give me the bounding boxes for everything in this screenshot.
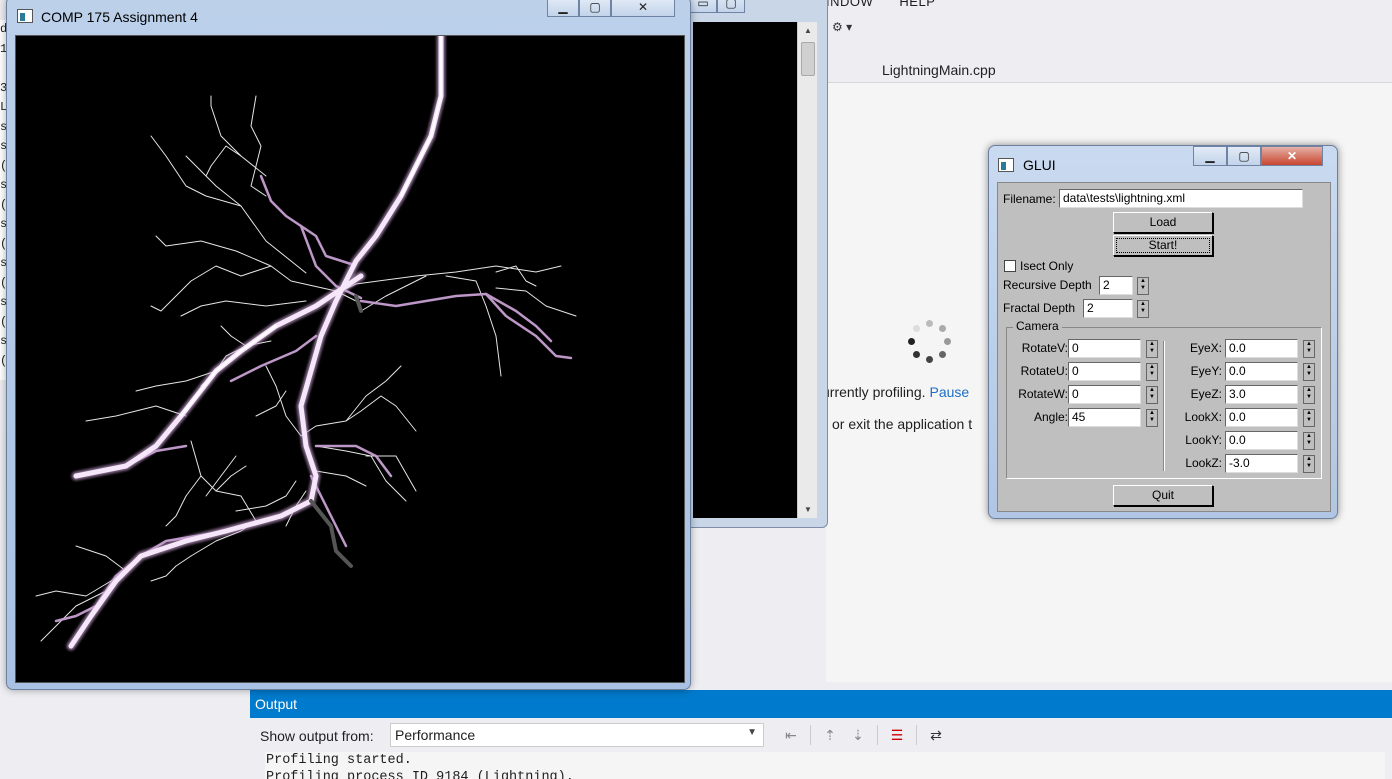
eyey-input[interactable]: 0.0 [1225, 362, 1298, 381]
editor-tab[interactable]: LightningMain.cpp [870, 56, 1008, 82]
console-scrollbar[interactable]: ▲ ▼ [797, 22, 817, 518]
camera-separator [1163, 341, 1165, 471]
output-panel: Output Show output from: Performance ▼ ⇤… [250, 690, 1392, 779]
eyez-label: EyeZ: [1190, 387, 1222, 401]
toggle-word-wrap-icon[interactable]: ⇄ [925, 724, 947, 746]
clear-all-icon[interactable]: ☰ [886, 724, 908, 746]
goto-previous-icon[interactable]: ⇤ [780, 724, 802, 746]
output-line: Profiling process ID 9184 (Lightning). [266, 770, 574, 779]
glui-close-button[interactable]: ✕ [1261, 146, 1323, 166]
rotatev-input[interactable]: 0 [1068, 339, 1141, 358]
camera-label: Camera [1013, 319, 1062, 333]
vs-menu-bar: INDOW HELP [826, 0, 957, 9]
fractal-depth-spinner[interactable]: ▲ ▼ [1137, 300, 1149, 318]
menu-window[interactable]: INDOW [826, 0, 873, 9]
eyez-spinner[interactable]: ▲ ▼ [1303, 386, 1315, 404]
glui-window: GLUI ▁ ▢ ✕ Filename: data\tests\lightnin… [988, 145, 1338, 519]
rotatew-label: RotateW: [1018, 387, 1068, 401]
chevron-down-icon: ▼ [747, 727, 757, 738]
output-title: Output [250, 690, 1392, 718]
gl-window-title: COMP 175 Assignment 4 [41, 9, 198, 25]
rotateu-input[interactable]: 0 [1068, 362, 1141, 381]
filename-label: Filename: [1003, 192, 1056, 206]
scroll-up-icon[interactable]: ▲ [798, 26, 818, 35]
console-maximize-button[interactable]: ▢ [717, 0, 745, 13]
lightning-render [35, 36, 577, 651]
isect-only-label: Isect Only [1020, 259, 1074, 273]
rotateu-label: RotateU: [1020, 364, 1068, 378]
lightning-canvas[interactable] [15, 35, 685, 683]
lookx-input[interactable]: 0.0 [1225, 408, 1298, 427]
output-text: Profiling started. Profiling process ID … [265, 752, 1385, 779]
profiling-status: urrently profiling. Pause [822, 384, 970, 400]
find-next-icon[interactable]: ⇣ [847, 724, 869, 746]
find-previous-icon[interactable]: ⇡ [819, 724, 841, 746]
glui-control-panel: Filename: data\tests\lightning.xml Load … [997, 182, 1331, 512]
quit-button[interactable]: Quit [1113, 485, 1213, 506]
load-button[interactable]: Load [1113, 212, 1213, 233]
isect-only-checkbox[interactable] [1004, 260, 1016, 272]
close-button[interactable]: ✕ [611, 0, 675, 17]
eyex-spinner[interactable]: ▲ ▼ [1303, 340, 1315, 358]
looky-input[interactable]: 0.0 [1225, 431, 1298, 450]
eyex-label: EyeX: [1189, 341, 1222, 355]
loading-spinner-icon [908, 320, 952, 364]
glui-maximize-button[interactable]: ▢ [1227, 146, 1261, 166]
angle-label: Angle: [1033, 410, 1068, 424]
console-minimize-button[interactable]: ▭ [689, 0, 717, 13]
lookx-label: LookX: [1184, 410, 1222, 424]
rotatev-label: RotateV: [1021, 341, 1068, 355]
eyez-input[interactable]: 3.0 [1225, 385, 1298, 404]
fractal-depth-label: Fractal Depth [1003, 301, 1076, 315]
show-output-label: Show output from: [260, 728, 374, 744]
recursive-depth-spinner[interactable]: ▲ ▼ [1137, 277, 1149, 295]
output-line: Profiling started. [266, 753, 412, 768]
scroll-thumb[interactable] [801, 42, 815, 76]
start-button[interactable]: Start! [1113, 235, 1213, 256]
pause-link[interactable]: Pause [930, 384, 970, 400]
rotatew-input[interactable]: 0 [1068, 385, 1141, 404]
attach-tool-icon[interactable]: ⚙ ▾ [832, 20, 872, 40]
lookz-label: LookZ: [1185, 456, 1222, 470]
lookx-spinner[interactable]: ▲ ▼ [1303, 409, 1315, 427]
eyey-label: EyeY: [1190, 364, 1222, 378]
gl-window: COMP 175 Assignment 4 ▁ ▢ ✕ [6, 0, 691, 690]
angle-input[interactable]: 45 [1068, 408, 1141, 427]
menu-help[interactable]: HELP [899, 0, 935, 9]
looky-label: LookY: [1185, 433, 1222, 447]
eyey-spinner[interactable]: ▲ ▼ [1303, 363, 1315, 381]
filename-input[interactable]: data\tests\lightning.xml [1059, 189, 1303, 208]
recursive-depth-input[interactable]: 2 [1099, 276, 1133, 295]
console-output [693, 22, 797, 518]
app-icon [998, 158, 1014, 172]
output-source-select[interactable]: Performance ▼ [390, 723, 764, 747]
glui-minimize-button[interactable]: ▁ [1193, 146, 1227, 166]
looky-spinner[interactable]: ▲ ▼ [1303, 432, 1315, 450]
output-toolbar: Show output from: Performance ▼ ⇤ ⇡ ⇣ ☰ … [250, 720, 1392, 750]
minimize-button[interactable]: ▁ [547, 0, 579, 17]
exit-hint: or exit the application t [832, 416, 973, 432]
glui-window-title: GLUI [1023, 157, 1056, 173]
lookz-spinner[interactable]: ▲ ▼ [1303, 455, 1315, 473]
fractal-depth-input[interactable]: 2 [1083, 299, 1133, 318]
recursive-depth-label: Recursive Depth [1003, 278, 1092, 292]
maximize-button[interactable]: ▢ [579, 0, 611, 17]
app-icon [17, 9, 33, 23]
eyex-input[interactable]: 0.0 [1225, 339, 1298, 358]
lookz-input[interactable]: -3.0 [1225, 454, 1298, 473]
scroll-down-icon[interactable]: ▼ [798, 505, 818, 514]
